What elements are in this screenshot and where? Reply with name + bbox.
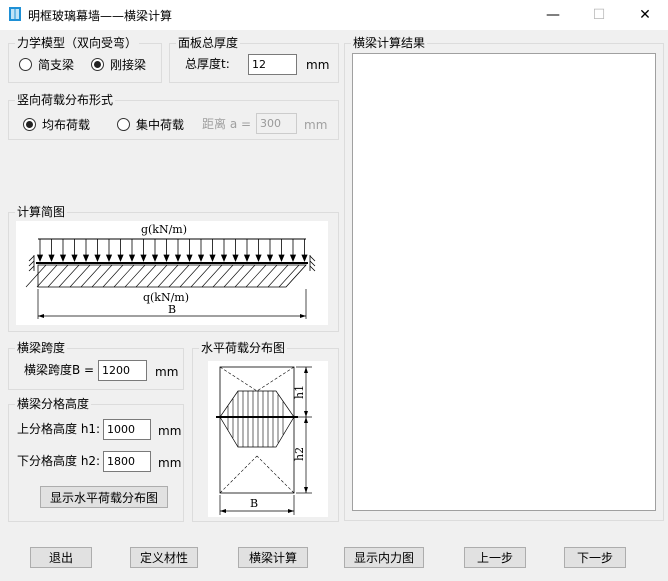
radio-rigid-beam-label: 刚接梁 xyxy=(110,58,147,72)
panel-thickness-title: 面板总厚度 xyxy=(176,36,241,50)
define-material-button[interactable]: 定义材性 xyxy=(130,547,198,568)
minimize-button[interactable]: — xyxy=(530,0,576,30)
title-bar: 明框玻璃幕墙——横梁计算 — ☐ ✕ xyxy=(0,0,668,30)
q-load-label: q(kN/m) xyxy=(143,291,189,304)
thickness-unit: mm xyxy=(306,58,330,72)
beam-calc-diagram: g(kN/m) q(kN/m) B xyxy=(16,221,328,325)
results-title: 横梁计算结果 xyxy=(351,36,428,50)
mechanics-model-title: 力学模型（双向受弯） xyxy=(15,36,140,50)
radio-rigid-beam[interactable]: 刚接梁 xyxy=(91,56,146,73)
beam-span-title: 横梁跨度 xyxy=(15,341,68,355)
minimize-icon: — xyxy=(546,7,560,23)
vertical-load-title: 竖向荷载分布形式 xyxy=(15,93,116,107)
radio-circle-rigid[interactable] xyxy=(91,58,104,71)
g-load-label: g(kN/m) xyxy=(141,223,187,236)
radio-circle-concentrated[interactable] xyxy=(117,118,130,131)
distance-label: 距离 a = xyxy=(202,117,252,131)
radio-simple-beam-label: 简支梁 xyxy=(38,58,75,72)
lower-height-label: 下分格高度 h2: xyxy=(17,454,101,468)
calc-diagram-title: 计算简图 xyxy=(15,205,68,219)
radio-concentrated-load-label: 集中荷载 xyxy=(136,118,185,132)
upper-height-unit: mm xyxy=(158,424,182,438)
beam-span-label: 横梁跨度B = xyxy=(24,363,95,377)
next-step-button[interactable]: 下一步 xyxy=(564,547,626,568)
h1-label: h1 xyxy=(293,385,306,399)
radio-uniform-load-label: 均布荷载 xyxy=(42,118,91,132)
radio-uniform-load[interactable]: 均布荷载 xyxy=(23,116,90,133)
thickness-input[interactable]: 12 xyxy=(248,54,297,75)
hz-b-label: B xyxy=(250,497,258,510)
distance-unit: mm xyxy=(304,118,328,132)
span-b-label: B xyxy=(168,303,176,316)
beam-span-unit: mm xyxy=(155,365,179,379)
window-title: 明框玻璃幕墙——横梁计算 xyxy=(28,9,173,23)
results-textarea[interactable] xyxy=(352,53,656,511)
show-horizontal-load-button[interactable]: 显示水平荷载分布图 xyxy=(40,486,168,508)
radio-simple-beam[interactable]: 简支梁 xyxy=(19,56,74,73)
maximize-icon: ☐ xyxy=(592,7,606,23)
show-internal-force-button[interactable]: 显示内力图 xyxy=(344,547,424,568)
radio-concentrated-load[interactable]: 集中荷载 xyxy=(117,116,184,133)
exit-button[interactable]: 退出 xyxy=(30,547,92,568)
horizontal-load-title: 水平荷载分布图 xyxy=(199,341,288,355)
maximize-button: ☐ xyxy=(576,0,622,30)
radio-circle-uniform[interactable] xyxy=(23,118,36,131)
beam-span-input[interactable]: 1200 xyxy=(98,360,147,381)
upper-height-input[interactable]: 1000 xyxy=(103,419,151,440)
app-icon xyxy=(9,7,21,21)
horizontal-load-diagram: h1 h2 B xyxy=(208,361,328,517)
radio-circle-simple[interactable] xyxy=(19,58,32,71)
lower-height-unit: mm xyxy=(158,456,182,470)
lower-height-input[interactable]: 1800 xyxy=(103,451,151,472)
close-icon[interactable]: ✕ xyxy=(639,7,651,23)
prev-step-button[interactable]: 上一步 xyxy=(464,547,526,568)
thickness-label: 总厚度t: xyxy=(185,57,230,71)
distance-input: 300 xyxy=(256,113,297,134)
close-button[interactable]: ✕ xyxy=(622,0,668,30)
division-height-title: 横梁分格高度 xyxy=(15,397,92,411)
beam-calc-button[interactable]: 横梁计算 xyxy=(238,547,308,568)
h2-label: h2 xyxy=(293,447,306,461)
upper-height-label: 上分格高度 h1: xyxy=(17,422,101,436)
